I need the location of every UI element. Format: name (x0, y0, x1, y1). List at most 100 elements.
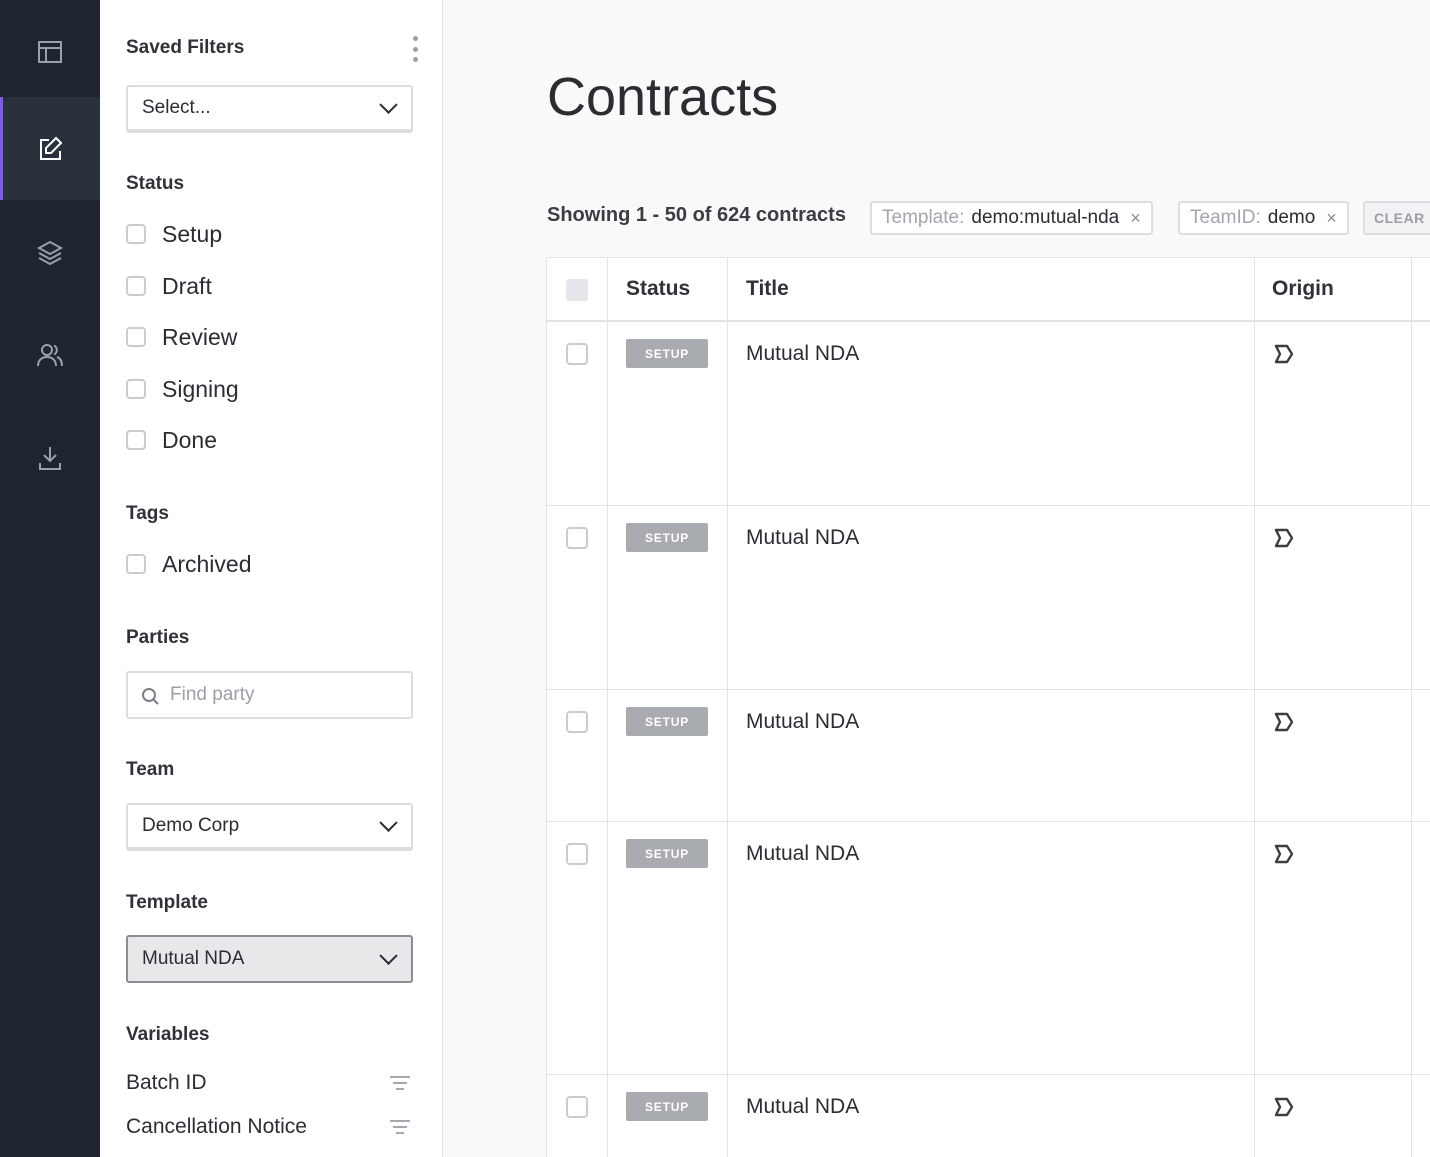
layers-icon (36, 240, 64, 265)
contract-title-link[interactable]: Mutual NDA (746, 842, 859, 866)
contracts-table: Status Title Origin SETUP Mutual NDA SET… (546, 257, 1430, 1157)
row-divider (547, 505, 1430, 506)
party-search-placeholder: Find party (170, 684, 255, 705)
saved-filters-title: Saved Filters (126, 37, 245, 58)
status-option-signing[interactable]: Signing (126, 374, 239, 404)
column-divider (727, 258, 728, 1157)
status-option-done[interactable]: Done (126, 425, 217, 455)
close-icon[interactable]: × (1130, 208, 1141, 229)
template-title: Template (126, 892, 209, 913)
status-option-label: Setup (162, 220, 223, 247)
chevron-down-icon (379, 813, 398, 832)
column-divider (607, 258, 608, 1157)
checkbox[interactable] (126, 276, 146, 296)
nav-templates[interactable] (0, 200, 100, 303)
origin-icon (1273, 343, 1295, 365)
contract-title-link[interactable]: Mutual NDA (746, 1095, 859, 1119)
party-search-input[interactable]: Find party (126, 671, 413, 719)
filter-panel: Saved Filters Select... Status Setup Dra… (100, 0, 443, 1157)
variable-label: Batch ID (126, 1071, 207, 1094)
team-value: Demo Corp (142, 815, 240, 836)
layout-icon (38, 40, 62, 63)
chip-value: demo (1267, 207, 1316, 228)
select-all-checkbox[interactable] (566, 279, 588, 301)
status-badge: SETUP (626, 1092, 708, 1121)
row-checkbox[interactable] (566, 527, 588, 549)
saved-filters-select[interactable]: Select... (126, 85, 413, 133)
variable-cancellation-notice[interactable]: Cancellation Notice (126, 1115, 413, 1139)
filter-chip-template[interactable]: Template: demo:mutual-nda × (870, 201, 1153, 235)
filter-chip-teamid[interactable]: TeamID: demo × (1178, 201, 1349, 235)
filter-icon[interactable] (389, 1076, 411, 1090)
nav-contracts[interactable] (0, 97, 100, 200)
header-divider (547, 320, 1430, 322)
saved-filters-value: Select... (142, 97, 211, 118)
nav-rail (0, 0, 100, 1157)
variable-batch-id[interactable]: Batch ID (126, 1071, 413, 1095)
status-option-label: Draft (162, 272, 212, 299)
status-badge: SETUP (626, 839, 708, 868)
row-divider (547, 821, 1430, 822)
page-title: Contracts (547, 67, 779, 127)
variables-title: Variables (126, 1024, 210, 1045)
column-divider (1411, 258, 1412, 1157)
chip-value: demo:mutual-nda (971, 207, 1120, 228)
tag-option-archived[interactable]: Archived (126, 549, 251, 579)
filter-icon[interactable] (389, 1120, 411, 1134)
chevron-down-icon (379, 95, 398, 114)
status-option-label: Review (162, 323, 238, 350)
row-divider (547, 1074, 1430, 1075)
download-icon (39, 446, 61, 470)
status-option-draft[interactable]: Draft (126, 271, 212, 301)
status-option-review[interactable]: Review (126, 322, 237, 352)
edit-icon (40, 136, 63, 160)
checkbox[interactable] (126, 430, 146, 450)
column-header-status[interactable]: Status (626, 277, 690, 301)
clear-filters-button[interactable]: CLEAR (1363, 201, 1430, 235)
parties-title: Parties (126, 627, 190, 648)
origin-icon (1273, 1096, 1295, 1118)
status-badge: SETUP (626, 707, 708, 736)
team-select[interactable]: Demo Corp (126, 803, 413, 851)
status-option-setup[interactable]: Setup (126, 219, 222, 249)
nav-downloads[interactable] (0, 406, 100, 509)
status-option-label: Signing (162, 375, 239, 402)
contract-title-link[interactable]: Mutual NDA (746, 342, 859, 366)
checkbox[interactable] (126, 224, 146, 244)
status-option-label: Done (162, 426, 217, 453)
status-title: Status (126, 173, 185, 194)
nav-users[interactable] (0, 303, 100, 406)
column-header-title[interactable]: Title (746, 277, 789, 301)
origin-icon (1273, 527, 1295, 549)
users-icon (37, 343, 63, 366)
tags-title: Tags (126, 503, 169, 524)
row-checkbox[interactable] (566, 1096, 588, 1118)
chip-key: Template: (882, 207, 965, 228)
row-checkbox[interactable] (566, 711, 588, 733)
results-count: Showing 1 - 50 of 624 contracts (547, 204, 846, 226)
row-checkbox[interactable] (566, 843, 588, 865)
contract-title-link[interactable]: Mutual NDA (746, 526, 859, 550)
origin-icon (1273, 843, 1295, 865)
close-icon[interactable]: × (1326, 208, 1337, 229)
origin-icon (1273, 711, 1295, 733)
variable-label: Cancellation Notice (126, 1115, 307, 1138)
row-checkbox[interactable] (566, 343, 588, 365)
team-title: Team (126, 759, 175, 780)
status-badge: SETUP (626, 523, 708, 552)
column-header-origin[interactable]: Origin (1272, 277, 1334, 301)
template-select[interactable]: Mutual NDA (126, 935, 413, 983)
nav-dashboard[interactable] (0, 0, 100, 103)
more-options-icon[interactable] (412, 36, 418, 62)
chevron-down-icon (379, 946, 398, 965)
checkbox[interactable] (126, 554, 146, 574)
checkbox[interactable] (126, 327, 146, 347)
checkbox[interactable] (126, 379, 146, 399)
chip-key: TeamID: (1190, 207, 1261, 228)
contract-title-link[interactable]: Mutual NDA (746, 710, 859, 734)
tag-option-label: Archived (162, 550, 252, 577)
template-value: Mutual NDA (142, 948, 245, 969)
search-icon (142, 688, 159, 705)
row-divider (547, 689, 1430, 690)
status-badge: SETUP (626, 339, 708, 368)
